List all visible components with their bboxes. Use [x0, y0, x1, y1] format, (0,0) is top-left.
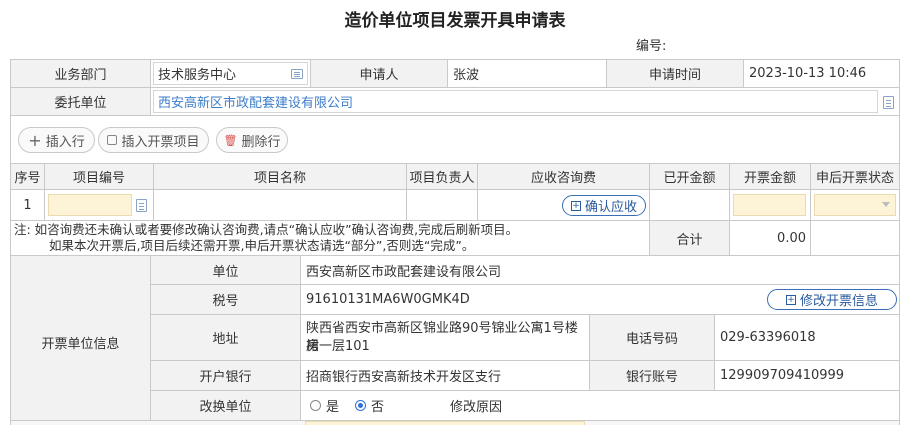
modify-invoice-info-button[interactable]: + 修改开票信息 — [767, 289, 897, 310]
client-label: 委托单位 — [10, 87, 151, 116]
project-code-input[interactable] — [48, 194, 132, 216]
col-project-code: 项目编号 — [44, 163, 154, 190]
tax-cell: 91610131MA6W0GMK4D + 修改开票信息 — [300, 284, 900, 315]
row-receivable-cell: + 确认应收 — [477, 189, 650, 221]
col-invoiced-amount: 已开金额 — [649, 163, 730, 190]
radio-yes-circle[interactable] — [310, 400, 321, 411]
post-status-select[interactable] — [814, 194, 896, 216]
bank-value: 招商银行西安高新技术开发区支行 — [300, 360, 590, 391]
insert-invoice-item-button[interactable]: 插入开票项目 — [98, 127, 209, 153]
confirm-receivable-label: 确认应收 — [584, 200, 637, 215]
note-line-1: 注: 如咨询费还未确认或者要修改确认咨询费,请点“确认应收”确认咨询费,完成后刷… — [14, 222, 519, 237]
row-project-code-cell — [44, 189, 154, 221]
total-empty — [810, 220, 900, 256]
col-project-name: 项目名称 — [153, 163, 407, 190]
unit-label: 单位 — [150, 255, 301, 285]
dept-value: 技术服务中心 — [158, 68, 237, 83]
total-label: 合计 — [649, 220, 730, 256]
bank-label: 开户银行 — [150, 360, 301, 391]
unit-value: 西安高新区市政配套建设有限公司 — [300, 255, 900, 285]
serial-number-label: 编号: — [636, 39, 667, 54]
row-seq: 1 — [10, 189, 45, 221]
plus-box-icon: + — [570, 200, 581, 211]
radio-yes[interactable]: 是 — [310, 396, 339, 415]
insert-row-button[interactable]: + 插入行 — [18, 127, 95, 153]
applicant-label: 申请人 — [310, 59, 448, 88]
toolbar: + 插入行 插入开票项目 🗑 删除行 — [10, 115, 900, 164]
col-project-lead: 项目负责人 — [406, 163, 478, 190]
change-unit-label: 改换单位 — [150, 390, 301, 421]
plus-icon: + — [28, 130, 42, 150]
note-cell: 注: 如咨询费还未确认或者要修改确认咨询费,请点“确认应收”确认咨询费,完成后刷… — [10, 220, 650, 256]
client-value[interactable]: 西安高新区市政配套建设有限公司 — [158, 92, 353, 111]
dept-input[interactable]: 技术服务中心 — [153, 62, 308, 85]
dept-picker-icon[interactable] — [291, 68, 303, 79]
chevron-down-icon — [882, 202, 890, 207]
col-invoice-amount: 开票金额 — [729, 163, 811, 190]
reason-label: 修改原因 — [450, 400, 503, 415]
address-cell: 陕西省西安市高新区锦业路90号锦业公寓1号楼裙 房一层101 — [300, 314, 590, 361]
invoice-icon — [107, 135, 118, 145]
dept-cell: 技术服务中心 — [150, 59, 311, 88]
total-value: 0.00 — [729, 220, 811, 256]
client-cell: 西安高新区市政配套建设有限公司 — [150, 87, 900, 116]
dept-label: 业务部门 — [10, 59, 151, 88]
apply-time-value: 2023-10-13 10:46 — [743, 59, 900, 88]
applicant-value: 张波 — [447, 59, 607, 88]
invoice-info-section-label: 开票单位信息 — [10, 255, 151, 425]
tax-label: 税号 — [150, 284, 301, 315]
phone-label: 电话号码 — [589, 314, 715, 361]
reason-input-partial[interactable] — [305, 421, 585, 425]
client-input[interactable]: 西安高新区市政配套建设有限公司 — [153, 90, 878, 113]
form-title: 造价单位项目发票开具申请表 — [344, 11, 566, 31]
delete-row-button[interactable]: 🗑 删除行 — [216, 127, 288, 153]
col-post-status: 申后开票状态 — [810, 163, 900, 190]
col-receivable-fee: 应收咨询费 — [477, 163, 650, 190]
radio-yes-label: 是 — [326, 400, 340, 415]
row-invoiced-amount — [649, 189, 730, 221]
insert-invoice-item-label: 插入开票项目 — [121, 134, 200, 150]
invoice-amount-input[interactable] — [733, 194, 806, 216]
tax-value: 91610131MA6W0GMK4D — [306, 292, 470, 307]
client-picker-icon[interactable] — [883, 96, 894, 113]
plus-box-icon: + — [785, 294, 796, 305]
row-project-lead — [406, 189, 478, 221]
project-code-picker-icon[interactable] — [136, 199, 147, 216]
radio-no[interactable]: 否 — [355, 396, 384, 415]
insert-row-label: 插入行 — [45, 134, 85, 150]
row-invoice-amount-cell — [729, 189, 811, 221]
change-unit-cell: 是 否 修改原因 — [300, 390, 900, 421]
confirm-receivable-button[interactable]: + 确认应收 — [562, 195, 646, 216]
account-label: 银行账号 — [589, 360, 715, 391]
trash-icon: 🗑 — [223, 133, 238, 147]
row-project-name — [153, 189, 407, 221]
account-value: 129909709410999 — [714, 360, 900, 391]
col-seq: 序号 — [10, 163, 45, 190]
modify-invoice-info-label: 修改开票信息 — [799, 294, 878, 309]
delete-row-label: 删除行 — [241, 134, 281, 150]
address-line-2: 房一层101 — [306, 339, 370, 354]
apply-time-label: 申请时间 — [606, 59, 744, 88]
row-post-status-cell — [810, 189, 900, 221]
phone-value: 029-63396018 — [714, 314, 900, 361]
address-label: 地址 — [150, 314, 301, 361]
radio-no-label: 否 — [371, 400, 385, 415]
note-line-2: 如果本次开票后,项目后续还需开票,申后开票状态请选“部分”,否则选“完成”。 — [49, 238, 475, 253]
radio-no-circle[interactable] — [355, 400, 367, 411]
